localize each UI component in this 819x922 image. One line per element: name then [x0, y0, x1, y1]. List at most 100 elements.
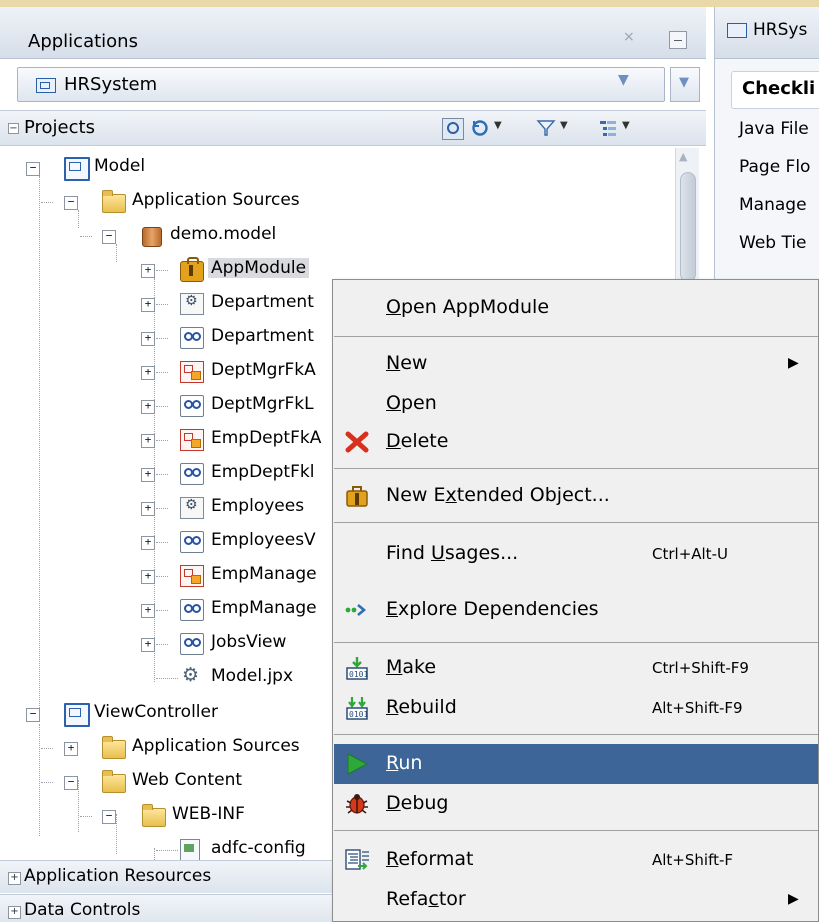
editor-tab[interactable]: HRSys [715, 7, 819, 59]
menu-item-rebuild[interactable]: 0101 Rebuild Alt+Shift-F9 [334, 690, 818, 726]
association-icon [180, 429, 204, 451]
expand-icon[interactable]: + [8, 872, 21, 885]
menu-item-explore-dependencies[interactable]: Explore Dependencies [334, 592, 818, 628]
checklist-item[interactable]: Web Tie [739, 233, 807, 253]
expand-icon[interactable]: + [8, 906, 21, 919]
application-icon [36, 78, 56, 93]
tree-node-label: Model [94, 156, 146, 176]
expand-icon[interactable]: + [141, 366, 155, 380]
accordion-label: Application Resources [24, 866, 212, 886]
expand-icon[interactable]: + [141, 502, 155, 516]
label-part: ebug [400, 792, 449, 814]
submenu-arrow-icon: ▶ [788, 355, 799, 371]
chevron-down-icon[interactable]: ▼ [618, 72, 629, 88]
tree-node-label: Employees [211, 496, 305, 516]
chevron-down-icon: ▼ [679, 75, 689, 90]
mnemonic: c [428, 888, 439, 910]
label-part: sages... [444, 542, 519, 564]
checklist-item[interactable]: Page Flo [739, 157, 810, 177]
find-icon[interactable] [442, 118, 464, 140]
checklist-item[interactable]: Manage [739, 195, 807, 215]
chevron-down-icon[interactable]: ▼ [560, 120, 568, 131]
filter-icon[interactable] [536, 118, 556, 138]
label-part: elete [400, 430, 449, 452]
scroll-up-icon[interactable]: ▲ [679, 150, 687, 163]
tree-node-label: Application Sources [132, 736, 300, 756]
make-icon: 0101 [346, 657, 368, 680]
expand-icon[interactable]: + [141, 570, 155, 584]
collapse-icon[interactable]: − [102, 810, 116, 824]
window-top-accent [0, 0, 819, 7]
tree-node-label: Department [211, 326, 314, 346]
delete-icon [345, 431, 369, 453]
chevron-down-icon[interactable]: ▼ [494, 120, 502, 131]
context-menu: Open AppModule New ▶ Open Delete New Ext… [332, 279, 819, 922]
minimize-icon[interactable] [669, 31, 687, 49]
menu-item-new[interactable]: New ▶ [334, 346, 818, 382]
expand-icon[interactable]: + [141, 468, 155, 482]
menu-item-make[interactable]: 0101 Make Ctrl+Shift-F9 [334, 650, 818, 686]
menu-item-open[interactable]: Open [334, 386, 818, 422]
expand-icon[interactable]: + [141, 298, 155, 312]
navigator-display-options-icon[interactable] [598, 118, 618, 138]
folder-icon [102, 190, 126, 213]
menu-item-open-appmodule[interactable]: Open AppModule [334, 290, 818, 326]
navigator-title: Applications [28, 31, 138, 52]
synchronize-icon[interactable] [470, 118, 490, 138]
run-icon [347, 753, 369, 775]
menu-separator [334, 468, 818, 469]
expand-icon[interactable]: + [141, 400, 155, 414]
menu-item-label: New [386, 352, 427, 374]
tree-connector [156, 270, 168, 271]
folder-icon [102, 736, 126, 759]
tree-connector [156, 610, 168, 611]
project-tree: − Model − Application Sources − demo.mod… [0, 148, 330, 861]
collapse-icon[interactable]: − [26, 708, 40, 722]
close-icon[interactable]: × [623, 29, 635, 45]
expand-icon[interactable]: + [141, 332, 155, 346]
menu-item-debug[interactable]: Debug [334, 786, 818, 822]
menu-item-delete[interactable]: Delete [334, 424, 818, 460]
menu-item-run[interactable]: Run [334, 744, 818, 784]
scrollbar-thumb[interactable] [680, 172, 696, 282]
checklist-item[interactable]: Java File [739, 119, 809, 139]
expand-icon[interactable]: + [141, 638, 155, 652]
collapse-icon[interactable]: − [102, 230, 116, 244]
application-menu-button[interactable]: ▼ [670, 67, 700, 102]
tree-connector [156, 542, 168, 543]
entity-object-icon [180, 293, 204, 315]
chevron-down-icon[interactable]: ▼ [622, 120, 630, 131]
expand-icon[interactable]: + [141, 536, 155, 550]
menu-separator [334, 642, 818, 643]
tree-node-label: adfc-config [211, 838, 306, 858]
xml-file-icon [180, 839, 200, 861]
svg-text:0101: 0101 [349, 710, 368, 719]
application-selector[interactable]: HRSystem ▼ [17, 67, 665, 102]
mnemonic: D [386, 430, 401, 452]
expand-icon[interactable]: + [64, 742, 78, 756]
tree-node-label: EmpDeptFkl [211, 462, 315, 482]
association-icon [180, 361, 204, 383]
dependencies-icon [345, 604, 367, 616]
expand-icon[interactable]: + [141, 264, 155, 278]
tree-connector [156, 372, 168, 373]
collapse-icon[interactable]: − [64, 196, 78, 210]
expand-icon[interactable]: + [141, 604, 155, 618]
expand-icon[interactable]: + [141, 434, 155, 448]
tree-connector [156, 678, 178, 679]
projects-panel-header[interactable]: − Projects ▼ ▼ ▼ [0, 110, 706, 146]
collapse-icon[interactable]: − [26, 162, 40, 176]
menu-item-find-usages[interactable]: Find Usages... Ctrl+Alt-U [334, 536, 818, 572]
tree-connector [41, 782, 53, 783]
menu-item-label: Make [386, 656, 436, 678]
mnemonic: R [386, 848, 399, 870]
menu-item-refactor[interactable]: Refactor ▶ [334, 882, 818, 918]
collapse-icon[interactable]: − [8, 123, 19, 134]
collapse-icon[interactable]: − [64, 776, 78, 790]
menu-item-new-extended-object[interactable]: New Extended Object... [334, 478, 818, 514]
view-link-icon [180, 599, 204, 621]
menu-item-label: Find Usages... [386, 542, 518, 564]
menu-item-reformat[interactable]: Reformat Alt+Shift-F [334, 842, 818, 878]
tree-node-label: EmpManage [211, 598, 317, 618]
tree-node-label: EmpDeptFkA [211, 428, 322, 448]
